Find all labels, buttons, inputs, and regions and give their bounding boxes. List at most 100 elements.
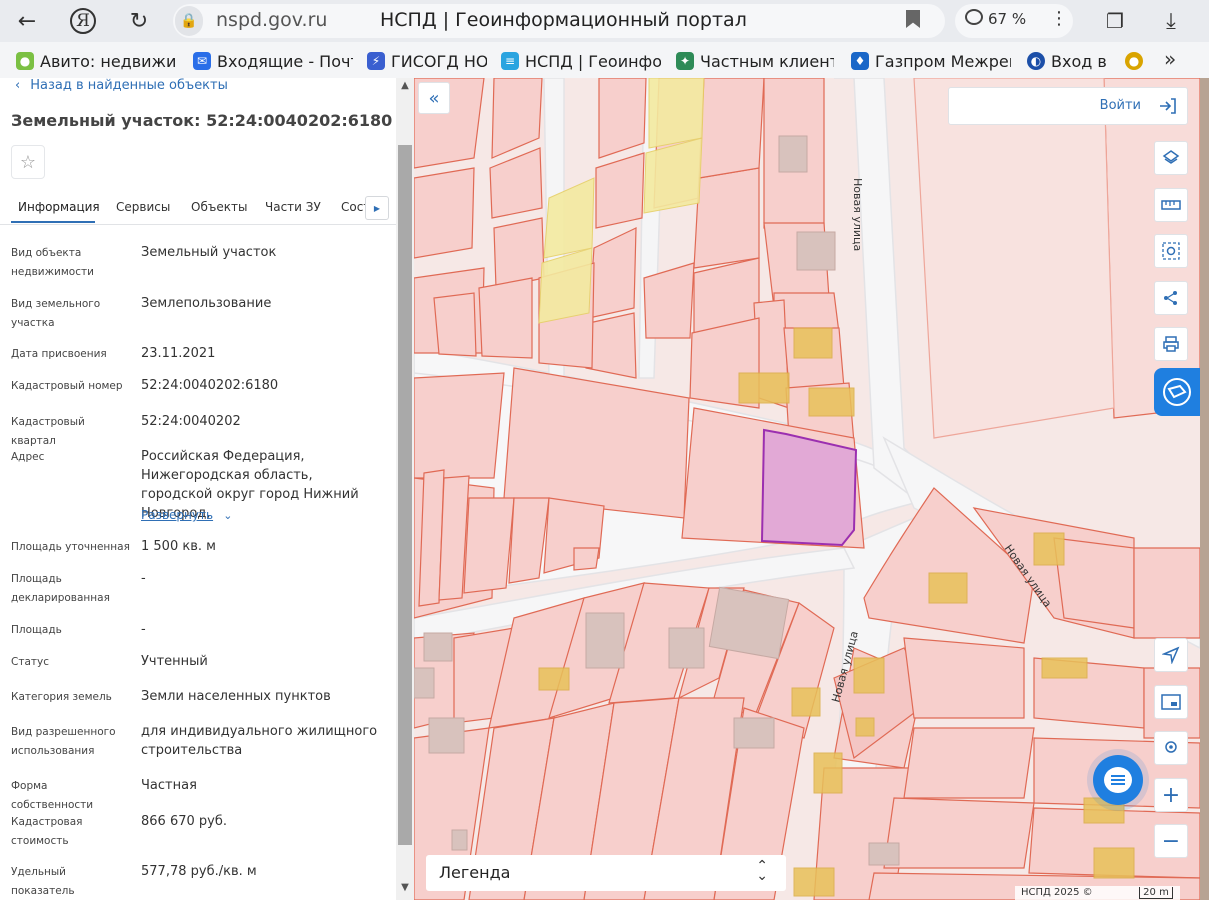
scroll-up-icon[interactable]: ▲ [398, 80, 412, 94]
minimap-button[interactable] [1154, 685, 1188, 719]
field-label: Адрес [11, 451, 45, 463]
field-value: 1 500 кв. м [141, 539, 216, 554]
collapse-panel-button[interactable]: « [418, 82, 450, 114]
field-value: для индивидуального жилищного строительс… [141, 724, 378, 758]
map-service-icon [1163, 378, 1191, 406]
tabs-scroll-right-icon[interactable]: ▶ [365, 196, 389, 220]
mail-icon: ✉ [193, 52, 211, 70]
scrollbar-thumb[interactable] [398, 145, 412, 845]
cadastral-service-button[interactable] [1154, 368, 1200, 416]
yandex-icon[interactable]: Я [70, 8, 96, 34]
bookmark-label: Частным клиента [700, 51, 834, 71]
bookmark-label: Авито: недвижим [40, 51, 176, 71]
field-label: Вид объекта недвижимости [11, 247, 94, 278]
bookmark-label: Входящие - Почта [217, 51, 353, 71]
map-footer: НСПД 2025 © 20 m [1015, 886, 1180, 900]
legend-dropdown[interactable]: Легенда ⌃ ⌄ [426, 855, 786, 891]
bookmark-gazprom[interactable]: ♦ Газпром Межреги [851, 50, 1011, 72]
login-button[interactable]: Войти [948, 87, 1188, 125]
bookmark-extra[interactable]: ● [1125, 50, 1147, 72]
chevron-updown-icon: ⌃ ⌄ [756, 858, 768, 884]
layers-button[interactable] [1154, 141, 1188, 175]
more-menu-icon[interactable]: ⋮ [1050, 8, 1068, 29]
field-label: Вид земельного участка [11, 298, 101, 329]
field-value: Учтенный [141, 654, 208, 669]
back-to-results-link[interactable]: ‹ Назад в найденные объекты [15, 78, 228, 96]
favorite-star-icon[interactable]: ☆ [11, 145, 45, 179]
field-value: 577,78 руб./кв. м [141, 864, 257, 879]
field-label: Дата присвоения [11, 348, 107, 360]
field-value: - [141, 622, 146, 637]
bookmark-label: Вход в с [1051, 51, 1112, 71]
download-icon[interactable]: ⤓ [1156, 6, 1186, 36]
expand-address-link[interactable]: Развернуть ⌄ [141, 506, 386, 525]
back-arrow-icon[interactable]: ← [12, 6, 42, 36]
plus-icon: + [1161, 782, 1181, 808]
scroll-down-icon[interactable]: ▼ [398, 882, 412, 896]
field-value: Земли населенных пунктов [141, 689, 331, 704]
bookmark-label: Газпром Межреги [875, 51, 1011, 71]
map-canvas[interactable]: Новая улица Новая улица Новая улица [414, 78, 1200, 900]
field-label: Кадастровая стоимость [11, 816, 83, 847]
bookmark-nspd[interactable]: ≡ НСПД | Геоинфор [501, 50, 661, 72]
gazprom-icon: ♦ [851, 52, 869, 70]
collections-icon[interactable]: ❐ [1100, 6, 1130, 36]
bookmark-gisogd[interactable]: ⚡ ГИСОГД НО [367, 50, 487, 72]
cadastral-map[interactable]: Новая улица Новая улица Новая улица [414, 78, 1200, 900]
tab-objects[interactable]: Объекты [191, 200, 247, 214]
bookmark-mail[interactable]: ✉ Входящие - Почта [193, 50, 353, 72]
zoom-in-button[interactable]: + [1154, 778, 1188, 812]
geolocation-button[interactable] [1154, 731, 1188, 765]
share-button[interactable] [1154, 281, 1188, 315]
lock-icon[interactable]: 🔒 [175, 6, 203, 36]
field-label: Удельный показатель кадастровой [11, 866, 75, 897]
select-area-button[interactable] [1154, 234, 1188, 268]
zoom-icon [965, 9, 983, 25]
background-strip [1200, 78, 1209, 900]
ruler-icon [1161, 200, 1181, 210]
field-label: Площадь декларированная [11, 573, 110, 604]
bookmark-bank[interactable]: ✦ Частным клиента [676, 50, 834, 72]
geolocation-icon [1165, 741, 1177, 753]
tab-parts[interactable]: Части ЗУ [265, 200, 321, 214]
layers-icon [1162, 150, 1180, 164]
page-title: НСПД | Геоинформационный портал [380, 9, 747, 31]
expand-label: Развернуть [141, 508, 214, 522]
object-title: Земельный участок: 52:24:0040202:6180 [11, 111, 393, 130]
bookmark-label: НСПД | Геоинфор [525, 51, 661, 71]
zoom-out-button[interactable]: − [1154, 824, 1188, 858]
reload-icon[interactable]: ↻ [124, 6, 154, 36]
field-value: Землепользование [141, 296, 272, 311]
chevron-left-icon: ‹ [15, 78, 21, 93]
bookmark-avito[interactable]: ● Авито: недвижим [16, 50, 176, 72]
login-icon [1160, 98, 1176, 114]
tab-services[interactable]: Сервисы [116, 200, 170, 214]
bookmark-label: ГИСОГД НО [391, 51, 487, 71]
bookmarks-bar: ● Авито: недвижим ✉ Входящие - Почта ⚡ Г… [0, 42, 1209, 78]
chat-button[interactable] [1093, 755, 1143, 805]
scale-bar: 20 m [1139, 887, 1173, 899]
street-label-top: Новая улица [851, 178, 864, 251]
legend-label: Легенда [439, 863, 511, 882]
field-label: Площадь [11, 624, 62, 636]
tab-information[interactable]: Информация [18, 200, 100, 214]
zoom-level[interactable]: 67 % [988, 10, 1026, 28]
nspd-icon: ≡ [501, 52, 519, 70]
field-label: Статус [11, 656, 49, 668]
url-text[interactable]: nspd.gov.ru [216, 9, 327, 31]
measure-button[interactable] [1154, 188, 1188, 222]
field-label: Кадастровый квартал [11, 416, 85, 447]
bookmarks-more-icon[interactable]: » [1164, 47, 1176, 71]
info-panel: ‹ Назад в найденные объекты Земельный уча… [0, 78, 396, 900]
field-label: Кадастровый номер [11, 380, 123, 392]
bookmark-login-site[interactable]: ◐ Вход в с [1027, 50, 1112, 72]
navigation-arrow-icon [1162, 646, 1180, 664]
avito-icon: ● [16, 52, 34, 70]
field-label: Площадь уточненная [11, 541, 130, 553]
field-value: - [141, 571, 146, 586]
field-label: Форма собственности [11, 780, 94, 811]
field-value: 52:24:0040202 [141, 414, 241, 429]
print-button[interactable] [1154, 327, 1188, 361]
locate-button[interactable] [1154, 638, 1188, 672]
field-value: 866 670 руб. [141, 814, 227, 829]
